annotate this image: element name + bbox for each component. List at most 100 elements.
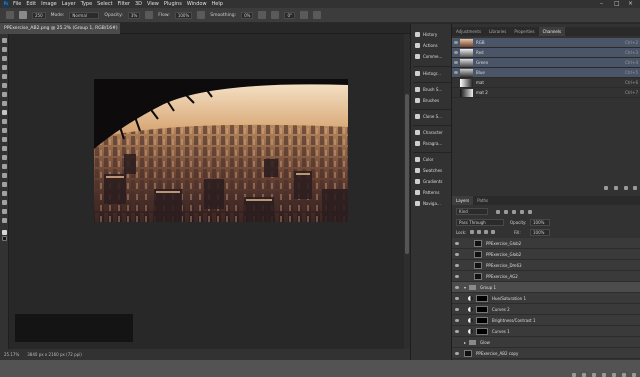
menu-3d[interactable]: 3D (135, 0, 142, 8)
menu-file[interactable]: File (13, 0, 21, 8)
filter-kind-select[interactable]: Kind (456, 208, 488, 215)
visibility-eye-icon[interactable] (455, 297, 459, 300)
panel-comments[interactable]: Comme... (415, 54, 442, 59)
menu-edit[interactable]: Edit (26, 0, 36, 8)
chevron-right-icon[interactable]: ▸ (464, 337, 466, 348)
panel-color[interactable]: Color (415, 157, 433, 162)
panel-paragraph[interactable]: Paragra... (415, 141, 442, 146)
visibility-eye-icon[interactable] (454, 41, 458, 44)
blur-tool-icon[interactable] (2, 155, 7, 160)
visibility-eye-icon[interactable] (455, 319, 459, 322)
filter-smart-object-icon[interactable] (528, 210, 532, 214)
visibility-eye-icon[interactable] (455, 352, 459, 355)
new-group-icon[interactable] (612, 373, 616, 377)
visibility-eye-icon[interactable] (455, 242, 459, 245)
brush-size[interactable]: 250 (32, 11, 46, 19)
tab-paths[interactable]: Paths (473, 196, 492, 205)
visibility-eye-icon[interactable] (455, 330, 459, 333)
link-layers-icon[interactable] (572, 373, 576, 377)
layer-row[interactable]: PPExercise_Glob2 (452, 238, 640, 249)
mode-select[interactable]: Normal (69, 11, 100, 19)
brush-tool-icon[interactable] (19, 11, 27, 19)
panel-history[interactable]: History (415, 32, 437, 37)
flow-input[interactable]: 100% (174, 11, 193, 19)
layer-row[interactable]: PPExercise_Dm63 (452, 260, 640, 271)
filter-adjustment-icon[interactable] (504, 210, 508, 214)
menu-help[interactable]: Help (212, 0, 223, 8)
tab-libraries[interactable]: Libraries (485, 27, 510, 36)
zoom-tool-icon[interactable] (2, 218, 7, 223)
document-tab[interactable]: PPExercise_AB2.png @ 25.2% (Group 1, RGB… (0, 23, 120, 42)
scrollbar-thumb[interactable] (405, 94, 409, 254)
load-selection-icon[interactable] (604, 186, 608, 190)
filter-pixel-icon[interactable] (496, 210, 500, 214)
panel-actions[interactable]: Actions (415, 43, 438, 48)
layer-row[interactable]: Hue/Saturation 1 (452, 293, 640, 304)
tab-properties[interactable]: Properties (510, 27, 538, 36)
zoom-level[interactable]: 25.17% (4, 349, 19, 360)
channel-row[interactable]: Blue Ctrl+5 (452, 68, 640, 78)
panel-brushes[interactable]: Brushes (415, 98, 439, 103)
layer-group-row[interactable]: ▾ Group 1 (452, 282, 640, 293)
hand-tool-icon[interactable] (2, 209, 7, 214)
channel-row[interactable]: Green Ctrl+4 (452, 58, 640, 68)
tab-layers[interactable]: Layers (452, 196, 474, 205)
foreground-color-swatch[interactable] (2, 230, 7, 235)
home-icon[interactable] (6, 11, 14, 19)
layer-group-row[interactable]: ▸ Glow (452, 337, 640, 348)
channel-row[interactable]: RGB Ctrl+2 (452, 38, 640, 48)
visibility-eye-icon[interactable] (455, 264, 459, 267)
angle-input[interactable]: 0° (284, 11, 296, 19)
close-icon[interactable]: × (628, 0, 633, 8)
channel-row[interactable]: mat 2 Ctrl+7 (452, 88, 640, 98)
panel-patterns[interactable]: Patterns (415, 190, 439, 195)
gear-icon[interactable] (258, 11, 267, 19)
layer-row[interactable]: Brightness/Contrast 1 (452, 315, 640, 326)
document-image[interactable] (94, 79, 348, 222)
type-tool-icon[interactable] (2, 182, 7, 187)
symmetry-icon[interactable] (313, 11, 322, 19)
menu-select[interactable]: Select (97, 0, 112, 8)
visibility-eye-icon[interactable] (455, 308, 459, 311)
brush-tool-icon[interactable] (2, 110, 7, 115)
smoothing-input[interactable]: 0% (241, 11, 254, 19)
panel-character[interactable]: Character (415, 130, 443, 135)
layer-opacity-input[interactable]: 100% (530, 219, 550, 226)
visibility-eye-icon[interactable] (454, 51, 458, 54)
angle-icon[interactable] (271, 11, 280, 19)
layer-row[interactable]: PPExercise_Glob2 (452, 249, 640, 260)
airbrush-icon[interactable] (197, 11, 206, 19)
lock-pixels-icon[interactable] (477, 230, 481, 234)
adjustment-icon[interactable] (602, 373, 606, 377)
layer-row[interactable]: PPExercise_AB2 copy (452, 348, 640, 359)
lock-all-icon[interactable] (491, 230, 495, 234)
pen-tool-icon[interactable] (2, 173, 7, 178)
quick-select-tool-icon[interactable] (2, 65, 7, 70)
opacity-input[interactable]: 3% (127, 11, 141, 19)
eraser-tool-icon[interactable] (2, 137, 7, 142)
save-selection-icon[interactable] (614, 186, 618, 190)
lock-transparent-icon[interactable] (470, 230, 474, 234)
lock-position-icon[interactable] (484, 230, 488, 234)
menu-view[interactable]: View (147, 0, 159, 8)
blend-mode-select[interactable]: Pass Through (456, 219, 504, 226)
crop-tool-icon[interactable] (2, 74, 7, 79)
menu-layer[interactable]: Layer (62, 0, 76, 8)
frame-tool-icon[interactable] (2, 83, 7, 88)
maximize-icon[interactable]: □ (614, 0, 620, 8)
channel-row[interactable]: mat Ctrl+6 (452, 78, 640, 88)
channel-row[interactable]: Red Ctrl+3 (452, 48, 640, 58)
panel-histogram[interactable]: Histogr... (415, 71, 441, 76)
menu-filter[interactable]: Filter (118, 0, 130, 8)
healing-tool-icon[interactable] (2, 101, 7, 106)
visibility-eye-icon[interactable] (455, 286, 459, 289)
new-channel-icon[interactable] (624, 186, 628, 190)
panel-navigator[interactable]: Naviga... (415, 201, 441, 206)
panel-brush-settings[interactable]: Brush S... (415, 87, 442, 92)
layer-fill-input[interactable]: 100% (530, 229, 550, 236)
panel-swatches[interactable]: Swatches (415, 168, 442, 173)
move-tool-icon[interactable] (2, 38, 7, 43)
history-brush-tool-icon[interactable] (2, 128, 7, 133)
chevron-down-icon[interactable]: ▾ (464, 282, 466, 293)
shape-tool-icon[interactable] (2, 200, 7, 205)
